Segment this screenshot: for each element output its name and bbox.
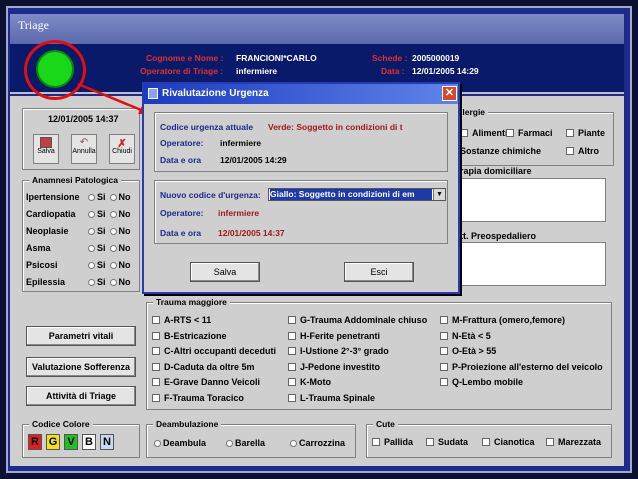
date-value: 12/01/2005 14:29	[220, 155, 287, 165]
chevron-down-icon[interactable]: ▼	[433, 189, 445, 200]
current-code-value: Verde: Soggetto in condizioni di t	[268, 122, 403, 132]
op-label: Operatore:	[160, 138, 204, 148]
current-code-label: Codice urgenza attuale	[160, 122, 254, 132]
date-label: Data e ora	[160, 155, 202, 165]
op2-label: Operatore:	[160, 208, 204, 218]
date2-label: Data e ora	[160, 228, 202, 238]
op2-value: infermiere	[218, 208, 260, 218]
dialog-title: Rivalutazione Urgenza	[144, 84, 458, 104]
dialog-close-button[interactable]: ✕	[442, 86, 457, 101]
new-code-label: Nuovo codice d'urgenza:	[160, 190, 261, 200]
app-icon	[148, 88, 158, 99]
dialog-exit-button[interactable]: Esci	[344, 262, 414, 282]
date2-value: 12/01/2005 14:37	[218, 228, 285, 238]
op-value: infermiere	[220, 138, 262, 148]
dialog-save-button[interactable]: Salva	[190, 262, 260, 282]
rivalutazione-dialog: Rivalutazione Urgenza ✕ Codice urgenza a…	[142, 82, 460, 294]
new-code-value: Giallo: Soggetto in condizioni di em	[270, 189, 432, 200]
new-code-select[interactable]: Giallo: Soggetto in condizioni di em ▼	[268, 188, 446, 201]
